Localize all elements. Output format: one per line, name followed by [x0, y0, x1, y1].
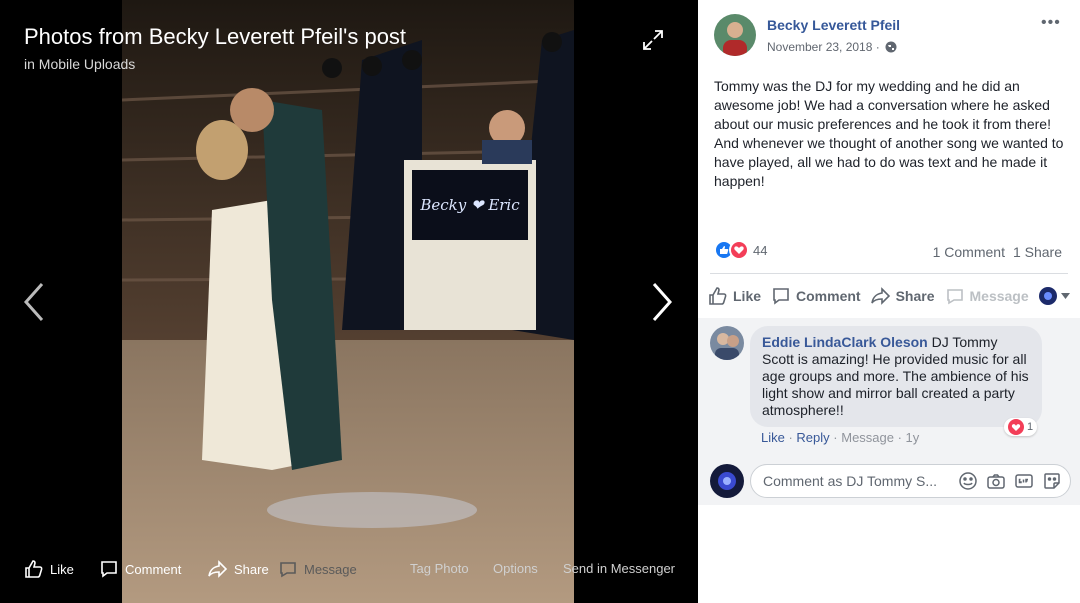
post-author-name[interactable]: Becky Leverett Pfeil: [767, 17, 900, 33]
more-options-icon[interactable]: •••: [1041, 14, 1061, 32]
comment-like-link[interactable]: Like: [761, 430, 785, 445]
wedding-photo[interactable]: Becky ❤ Eric: [122, 0, 574, 603]
booth-sign: Becky ❤ Eric: [420, 196, 520, 214]
emoji-icon[interactable]: [958, 471, 978, 491]
comments-section: Eddie LindaClark Oleson DJ Tommy Scott i…: [698, 318, 1080, 505]
send-in-messenger-link[interactable]: Send in Messenger: [563, 561, 675, 576]
comment-icon: [773, 288, 789, 305]
commenter-avatar[interactable]: [710, 326, 744, 360]
tag-photo-link[interactable]: Tag Photo: [410, 561, 469, 576]
comment-reply-link[interactable]: Reply: [796, 430, 829, 445]
gif-icon[interactable]: [1014, 471, 1034, 491]
comment-message-link[interactable]: Message: [841, 430, 894, 445]
share-button[interactable]: Share: [870, 286, 935, 306]
chevron-down-icon: [1061, 293, 1070, 299]
post-text: Tommy was the DJ for my wedding and he d…: [714, 78, 1064, 189]
expand-icon[interactable]: [642, 29, 664, 51]
shares-count[interactable]: 1 Share: [1013, 244, 1062, 260]
message-icon: [946, 289, 963, 305]
thumbs-up-icon: [709, 287, 727, 305]
viewer-message-button[interactable]: Message: [278, 557, 357, 581]
sticker-icon[interactable]: [1042, 471, 1062, 491]
viewer-message-label: Message: [304, 561, 357, 577]
share-icon: [870, 287, 890, 305]
page-avatar-icon: [1039, 287, 1057, 305]
previous-photo-arrow-icon[interactable]: [20, 280, 50, 324]
comment-label: Comment: [796, 288, 861, 304]
comment-button[interactable]: Comment: [771, 286, 861, 306]
commenter-name[interactable]: Eddie LindaClark Oleson: [762, 334, 928, 350]
post-panel: Becky Leverett Pfeil November 23, 2018 ·…: [698, 0, 1080, 603]
viewer-title: Photos from Becky Leverett Pfeil's post: [24, 24, 407, 49]
photo-viewer: Becky ❤ Eric Photos from Becky Leverett …: [0, 0, 698, 603]
divider: [710, 273, 1068, 274]
message-label: Message: [969, 288, 1029, 304]
viewer-subtitle[interactable]: in Mobile Uploads: [24, 56, 135, 72]
like-button[interactable]: Like: [708, 286, 761, 306]
comment-age[interactable]: 1y: [906, 430, 920, 445]
comment-meta: Like · Reply · Message · 1y: [761, 430, 919, 445]
viewer-comment-label: Comment: [125, 561, 182, 577]
viewer-share-button[interactable]: Share: [208, 557, 269, 581]
love-reaction-icon: [1008, 419, 1024, 435]
post-actions: Like Comment Share Message: [708, 283, 1070, 309]
comment-composer[interactable]: Comment as DJ Tommy S...: [750, 464, 1071, 498]
share-label: Share: [895, 288, 935, 304]
reactions-summary[interactable]: 44: [714, 240, 767, 260]
comment-bubble: Eddie LindaClark Oleson DJ Tommy Scott i…: [750, 326, 1042, 427]
camera-icon[interactable]: [986, 471, 1006, 491]
comment-reaction-count: 1: [1027, 421, 1034, 433]
thumbs-up-icon: [25, 560, 43, 578]
globe-icon: [885, 41, 897, 53]
comment-input-placeholder[interactable]: Comment as DJ Tommy S...: [763, 473, 958, 489]
composer-icons: [958, 471, 1070, 491]
separator: ·: [893, 430, 906, 445]
current-user-avatar: [710, 464, 744, 498]
viewer-like-button[interactable]: Like: [24, 557, 74, 581]
message-button[interactable]: Message: [945, 286, 1029, 306]
comment-icon: [101, 561, 117, 578]
next-photo-arrow-icon[interactable]: [646, 280, 676, 324]
comment-reaction-badge[interactable]: 1: [1004, 418, 1038, 436]
viewer-toolbar: Like Comment Share Message Tag Photo Opt…: [0, 557, 698, 581]
comments-count[interactable]: 1 Comment: [933, 244, 1005, 260]
like-label: Like: [733, 288, 762, 304]
separator: ·: [784, 430, 797, 445]
page-selector[interactable]: [1039, 287, 1070, 305]
post-date[interactable]: November 23, 2018 ·: [767, 40, 897, 54]
reactions-count: 44: [753, 242, 768, 258]
viewer-comment-button[interactable]: Comment: [99, 557, 181, 581]
post-date-text: November 23, 2018 ·: [767, 40, 880, 54]
love-reaction-icon: [729, 240, 749, 260]
options-link[interactable]: Options: [493, 561, 538, 576]
author-avatar[interactable]: [714, 14, 756, 56]
share-icon: [208, 560, 228, 578]
separator: ·: [829, 430, 842, 445]
message-icon: [280, 562, 296, 578]
engagement-counts: 1 Comment 1 Share: [933, 244, 1062, 260]
viewer-share-label: Share: [234, 561, 269, 577]
viewer-like-label: Like: [50, 561, 74, 577]
